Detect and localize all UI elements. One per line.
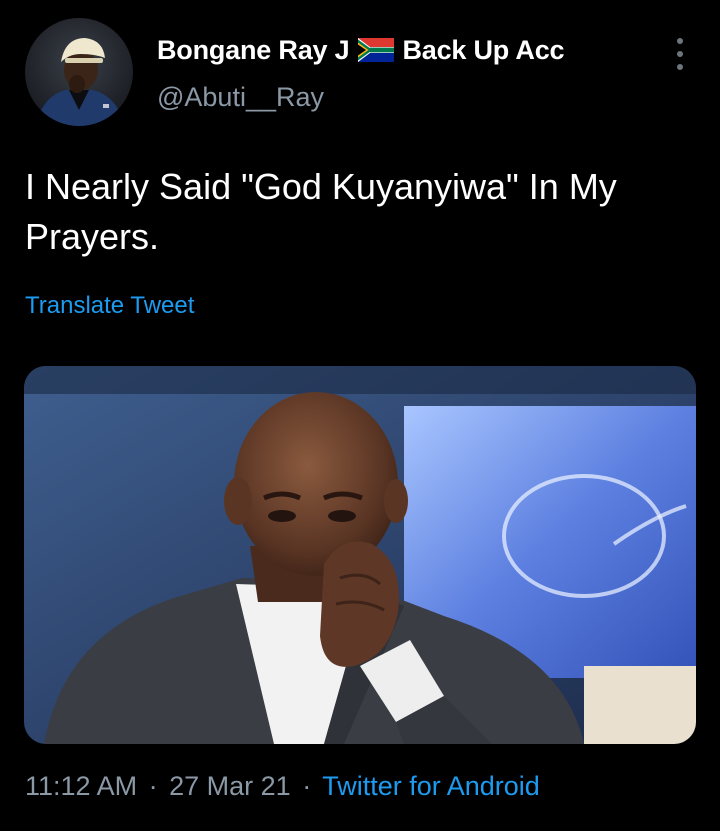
tweet-time: 11:12 AM <box>25 771 138 801</box>
south-africa-flag-icon <box>358 38 395 62</box>
meta-separator: · <box>148 771 158 801</box>
author-name-row[interactable]: Bongane Ray J Back Up Acc <box>157 31 565 69</box>
display-name[interactable]: Bongane Ray J <box>157 35 350 66</box>
display-name-suffix[interactable]: Back Up Acc <box>402 35 564 66</box>
vertical-ellipsis-icon[interactable] <box>670 36 690 72</box>
tweet-meta: 11:12 AM · 27 Mar 21 · Twitter for Andro… <box>25 771 540 802</box>
avatar[interactable] <box>25 18 133 126</box>
ellipsis-dot <box>677 51 683 57</box>
tweet-source-link[interactable]: Twitter for Android <box>322 771 540 801</box>
author-handle[interactable]: @Abuti__Ray <box>157 82 324 113</box>
tweet: Bongane Ray J Back Up Acc @Abuti__Ray I … <box>0 0 720 831</box>
meta-separator: · <box>302 771 312 801</box>
tweet-media-image[interactable] <box>24 366 696 744</box>
ellipsis-dot <box>677 64 683 70</box>
tweet-date: 27 Mar 21 <box>169 771 291 801</box>
ellipsis-dot <box>677 38 683 44</box>
tweet-text: I Nearly Said "God Kuyanyiwa" In My Pray… <box>25 166 617 257</box>
translate-tweet-link[interactable]: Translate Tweet <box>25 292 194 320</box>
